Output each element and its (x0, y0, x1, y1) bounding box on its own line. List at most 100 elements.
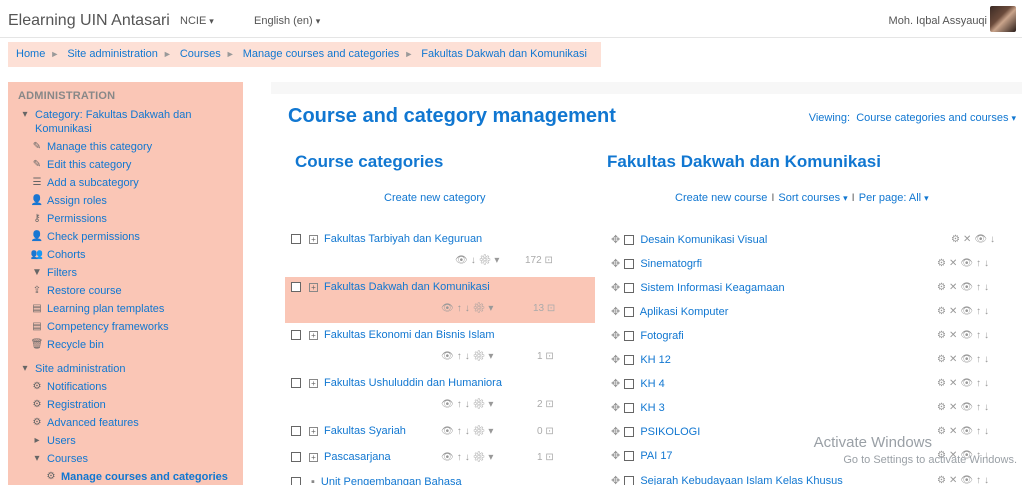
expand-icon[interactable]: + (309, 426, 318, 436)
course-row[interactable]: ✥ PSIKOLOGI (611, 425, 700, 438)
course-checkbox[interactable] (624, 355, 635, 366)
category-row[interactable]: + Fakultas Ushuluddin dan Humaniora (291, 377, 502, 389)
course-actions[interactable]: ⚙✕👁↑↓ (937, 306, 992, 317)
tree-item-assign-roles[interactable]: 👤 Assign roles (8, 192, 243, 210)
category-checkbox[interactable] (291, 477, 301, 485)
category-row[interactable]: + Fakultas Dakwah dan Komunikasi (291, 281, 490, 293)
course-actions[interactable]: ⚙✕👁↓ (951, 234, 998, 245)
breadcrumb-site-admin[interactable]: Site administration (67, 48, 158, 60)
expand-icon[interactable]: + (309, 378, 318, 388)
course-row[interactable]: ✥ Aplikasi Komputer (611, 305, 728, 318)
tree-item-add-subcategory[interactable]: ☰ Add a subcategory (8, 174, 243, 192)
expand-icon[interactable]: + (309, 282, 318, 292)
course-checkbox[interactable] (624, 427, 635, 438)
expand-icon[interactable]: + (309, 452, 318, 462)
move-icon[interactable]: ✥ (611, 258, 620, 270)
category-checkbox[interactable] (291, 452, 301, 463)
move-icon[interactable]: ✥ (611, 475, 620, 485)
move-icon[interactable]: ✥ (611, 450, 620, 462)
tree-item-manage-courses[interactable]: ⚙ Manage courses and categories (8, 468, 243, 485)
tree-category[interactable]: ▾ Category: Fakultas Dakwah dan Komunikas… (8, 108, 243, 136)
ncie-menu[interactable]: NCIE (180, 15, 214, 27)
course-row[interactable]: ✥ Sinematogrfi (611, 257, 702, 270)
tree-item-cohorts[interactable]: 👥 Cohorts (8, 246, 243, 264)
site-brand[interactable]: Elearning UIN Antasari (8, 12, 170, 30)
course-actions[interactable]: ⚙✕👁↑↓ (937, 475, 992, 485)
course-row[interactable]: ✥ Sejarah Kebudayaan Islam Kelas Khusus (611, 474, 843, 485)
category-actions[interactable]: 👁↓⚙▾ (455, 255, 502, 266)
avatar[interactable] (990, 6, 1016, 32)
tree-item-advanced[interactable]: ⚙ Advanced features (8, 414, 243, 432)
move-icon[interactable]: ✥ (611, 306, 620, 318)
course-checkbox[interactable] (624, 283, 635, 294)
category-row[interactable]: + Fakultas Tarbiyah dan Keguruan (291, 233, 482, 245)
course-row[interactable]: ✥ KH 12 (611, 353, 671, 366)
course-checkbox[interactable] (624, 235, 635, 246)
tree-item-users[interactable]: ▸ Users (8, 432, 243, 450)
course-row[interactable]: ✥ Sistem Informasi Keagamaan (611, 281, 785, 294)
viewing-selector[interactable]: Viewing: Course categories and courses (809, 112, 1016, 124)
course-actions[interactable]: ⚙✕👁↑↓ (937, 426, 992, 437)
category-checkbox[interactable] (291, 234, 301, 245)
course-checkbox[interactable] (624, 451, 635, 462)
tree-item-filters[interactable]: ▼ Filters (8, 264, 243, 282)
breadcrumb-home[interactable]: Home (16, 48, 45, 60)
course-checkbox[interactable] (624, 403, 635, 414)
course-checkbox[interactable] (624, 259, 635, 270)
tree-item-edit-category[interactable]: ✎ Edit this category (8, 156, 243, 174)
course-actions[interactable]: ⚙✕👁↑↓ (937, 330, 992, 341)
course-actions[interactable]: ⚙✕👁↑↓ (937, 378, 992, 389)
course-row[interactable]: ✥ Desain Komunikasi Visual (611, 233, 767, 246)
tree-site-admin[interactable]: ▾ Site administration (8, 360, 243, 378)
tree-item-courses[interactable]: ▾ Courses (8, 450, 243, 468)
breadcrumb-manage[interactable]: Manage courses and categories (243, 48, 400, 60)
per-page-menu[interactable]: Per page: All (859, 192, 929, 204)
course-actions[interactable]: ⚙✕👁↑↓ (937, 282, 992, 293)
breadcrumb-current[interactable]: Fakultas Dakwah dan Komunikasi (421, 48, 587, 60)
category-actions[interactable]: 👁↑↓⚙▾ (441, 303, 496, 314)
category-row[interactable]: + Pascasarjana (291, 451, 391, 463)
move-icon[interactable]: ✥ (611, 426, 620, 438)
category-row[interactable]: + Fakultas Ekonomi dan Bisnis Islam (291, 329, 495, 341)
tree-item-recycle-bin[interactable]: 🗑 Recycle bin (8, 336, 243, 354)
course-checkbox[interactable] (624, 476, 635, 485)
expand-icon[interactable]: + (309, 234, 318, 244)
sort-courses-menu[interactable]: Sort courses (778, 192, 847, 204)
move-icon[interactable]: ✥ (611, 378, 620, 390)
category-checkbox[interactable] (291, 282, 301, 293)
category-checkbox[interactable] (291, 378, 301, 389)
language-menu[interactable]: English (en) (254, 15, 320, 27)
move-icon[interactable]: ✥ (611, 330, 620, 342)
move-icon[interactable]: ✥ (611, 234, 620, 246)
tree-item-manage-category[interactable]: ✎ Manage this category (8, 138, 243, 156)
tree-item-check-permissions[interactable]: 👤 Check permissions (8, 228, 243, 246)
tree-item-permissions[interactable]: ⚷ Permissions (8, 210, 243, 228)
move-icon[interactable]: ✥ (611, 282, 620, 294)
course-actions[interactable]: ⚙✕👁↑↓ (937, 258, 992, 269)
category-checkbox[interactable] (291, 330, 301, 341)
tree-item-restore-course[interactable]: ⇪ Restore course (8, 282, 243, 300)
move-icon[interactable]: ✥ (611, 402, 620, 414)
course-row[interactable]: ✥ KH 3 (611, 401, 665, 414)
tree-item-registration[interactable]: ⚙ Registration (8, 396, 243, 414)
expand-icon[interactable]: + (309, 330, 318, 340)
tree-item-learning-plans[interactable]: ▤ Learning plan templates (8, 300, 243, 318)
category-actions[interactable]: 👁↑↓⚙▾ (441, 399, 496, 410)
course-row[interactable]: ✥ PAI 17 (611, 449, 673, 462)
breadcrumb-courses[interactable]: Courses (180, 48, 221, 60)
category-row[interactable]: ▪ Unit Pengembangan Bahasa (291, 476, 462, 485)
user-name[interactable]: Moh. Iqbal Assyauqi (889, 15, 987, 27)
course-checkbox[interactable] (624, 307, 635, 318)
category-actions[interactable]: 👁↑↓⚙▾ (441, 351, 496, 362)
course-actions[interactable]: ⚙✕👁↑↓ (937, 354, 992, 365)
tree-item-competency[interactable]: ▤ Competency frameworks (8, 318, 243, 336)
course-checkbox[interactable] (624, 379, 635, 390)
category-actions[interactable]: 👁↑↓⚙▾ (441, 452, 496, 463)
course-checkbox[interactable] (624, 331, 635, 342)
course-row[interactable]: ✥ Fotografi (611, 329, 684, 342)
course-row[interactable]: ✥ KH 4 (611, 377, 665, 390)
category-actions[interactable]: 👁↑↓⚙▾ (441, 426, 496, 437)
create-course-link[interactable]: Create new course (675, 192, 767, 204)
course-actions[interactable]: ⚙✕👁↑↓ (937, 402, 992, 413)
create-category-link[interactable]: Create new category (384, 192, 486, 204)
